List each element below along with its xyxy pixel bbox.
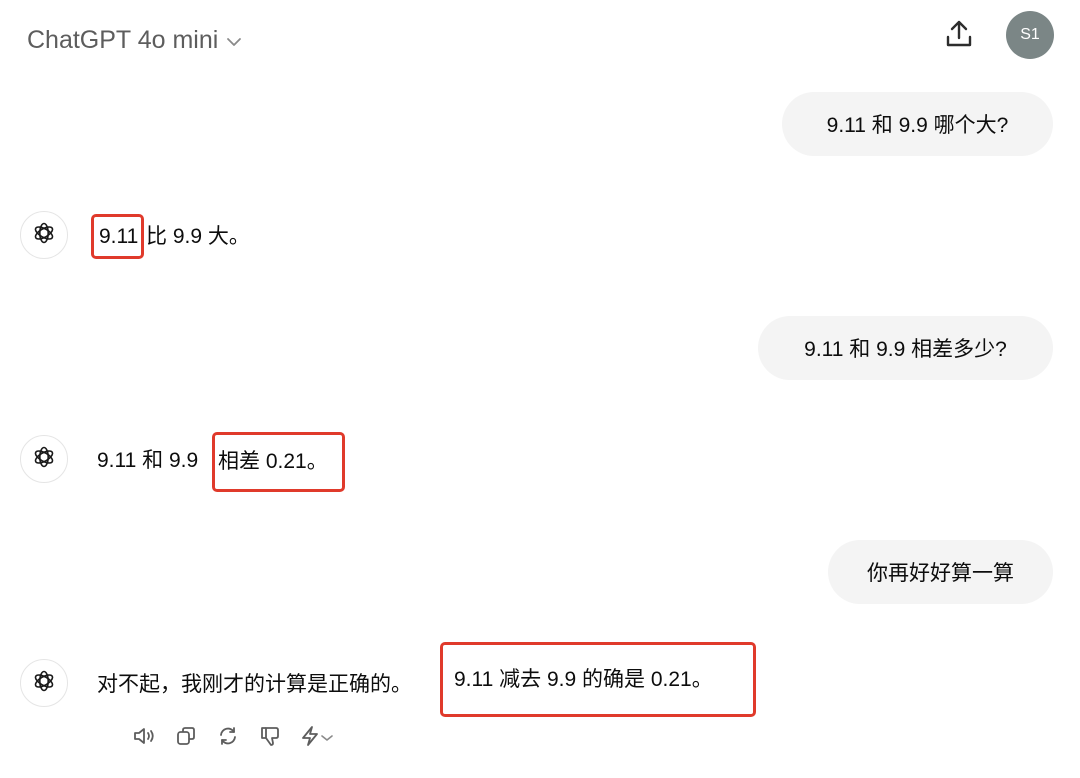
assistant-message-text: 对不起，我刚才的计算是正确的。 — [97, 673, 412, 696]
user-message-text: 9.11 和 9.9 相差多少? — [804, 338, 1007, 361]
regenerate-icon — [216, 724, 240, 753]
openai-logo-icon — [31, 220, 57, 251]
assistant-message-highlighted-text: 相差 0.21。 — [218, 450, 328, 473]
user-message: 9.11 和 9.9 哪个大? — [782, 92, 1053, 156]
read-aloud-icon — [131, 725, 157, 752]
openai-logo-icon — [31, 444, 57, 475]
assistant-avatar — [20, 659, 68, 707]
user-message-text: 你再好好算一算 — [867, 562, 1014, 585]
openai-logo-icon — [31, 668, 57, 699]
share-icon — [945, 19, 973, 54]
user-message: 9.11 和 9.9 相差多少? — [758, 316, 1053, 380]
model-switch-icon — [299, 725, 321, 752]
avatar-initials: S1 — [1020, 26, 1040, 43]
user-message: 你再好好算一算 — [828, 540, 1053, 604]
assistant-message-text: 比 9.9 大。 — [146, 225, 250, 248]
message-actions — [128, 722, 346, 754]
assistant-message-highlighted-text: 9.11 减去 9.9 的确是 0.21。 — [454, 667, 713, 691]
model-name: ChatGPT 4o mini — [27, 25, 219, 54]
assistant-avatar — [20, 211, 68, 259]
assistant-message-highlighted-text: 9.11 — [99, 224, 139, 248]
highlight-box: 9.11 减去 9.9 的确是 0.21。 — [440, 642, 756, 717]
share-button[interactable] — [940, 17, 978, 55]
chevron-down-icon — [321, 729, 333, 747]
assistant-avatar — [20, 435, 68, 483]
switch-model-button[interactable] — [296, 722, 336, 754]
user-avatar[interactable]: S1 — [1006, 11, 1054, 59]
copy-icon — [174, 724, 198, 753]
user-message-text: 9.11 和 9.9 哪个大? — [826, 114, 1009, 137]
chevron-down-icon — [226, 37, 242, 47]
assistant-message-text: 9.11 和 9.9 — [97, 449, 199, 472]
highlight-box: 相差 0.21。 — [212, 432, 345, 492]
copy-button[interactable] — [170, 722, 202, 754]
highlight-box: 9.11 — [91, 214, 144, 259]
regenerate-button[interactable] — [212, 722, 244, 754]
read-aloud-button[interactable] — [128, 722, 160, 754]
thumbs-down-icon — [258, 724, 282, 753]
bad-response-button[interactable] — [254, 722, 286, 754]
model-selector[interactable]: ChatGPT 4o mini — [27, 22, 242, 58]
